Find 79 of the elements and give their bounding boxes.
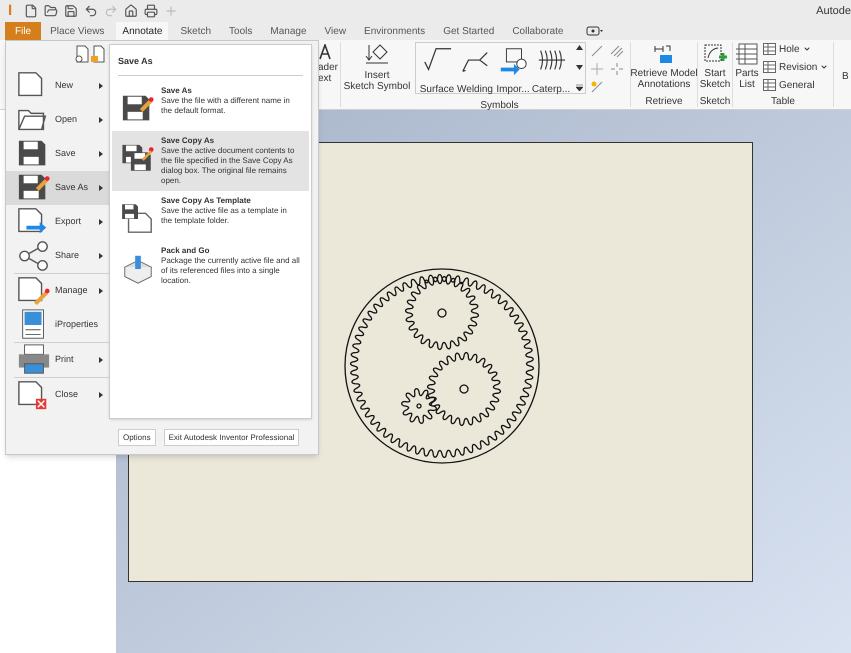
file-menu-item[interactable]: Export xyxy=(6,205,109,239)
ribbon-tab[interactable]: Collaborate xyxy=(506,22,570,40)
file-menu-item[interactable]: Share xyxy=(6,239,109,273)
ribbon-tab[interactable]: Manage xyxy=(264,22,313,40)
ribbon-tab[interactable]: Sketch xyxy=(174,22,218,40)
recent-document-icon[interactable] xyxy=(75,45,89,63)
submenu-arrow-icon xyxy=(99,219,103,225)
group-label: Symbols xyxy=(479,99,520,113)
caret-icon xyxy=(820,63,828,71)
cut-button-label: ader xyxy=(318,62,338,73)
menu-button[interactable]: Exit Autodesk Inventor Professional xyxy=(164,429,300,446)
symbol-button[interactable]: Caterp... xyxy=(532,45,570,97)
ribbon-tab[interactable]: Environments xyxy=(358,22,432,40)
ribbon-tab[interactable]: Annotate xyxy=(116,22,168,40)
ribbon-tab[interactable]: Get Started xyxy=(437,22,500,40)
save-option-item[interactable]: Save Copy As Template Save the active file as a template in the template folder. xyxy=(112,190,309,240)
ribbon-tab[interactable]: Tools xyxy=(223,22,258,40)
new-file-icon[interactable] xyxy=(24,4,38,18)
ribbon-tab[interactable]: Place Views xyxy=(44,22,110,40)
file-menu-item[interactable]: Save As xyxy=(6,171,109,205)
print-icon[interactable] xyxy=(144,4,158,18)
table-icon xyxy=(763,79,776,91)
file-menu-item[interactable]: Save xyxy=(6,137,109,171)
table-icon xyxy=(763,61,776,73)
share-icon xyxy=(17,239,51,273)
expand-gallery-icon[interactable] xyxy=(576,84,583,91)
file-menu-item[interactable]: Manage xyxy=(14,274,109,308)
file-menu-item[interactable]: Open xyxy=(6,103,109,137)
panel-title: Save As xyxy=(118,45,303,76)
template-icon xyxy=(121,202,155,236)
parts-list-button[interactable]: Parts List xyxy=(733,40,761,94)
ribbon-tab[interactable]: View xyxy=(318,22,352,40)
panel-toggle-icon[interactable] xyxy=(586,26,604,36)
submenu-arrow-icon xyxy=(99,117,103,123)
menu-button[interactable]: Options xyxy=(118,429,156,446)
file-menu-item[interactable]: Close xyxy=(14,378,109,412)
file-menu-item[interactable]: New xyxy=(6,69,109,103)
open-document-icon[interactable] xyxy=(91,45,105,63)
symbol-button[interactable]: Welding xyxy=(456,45,494,97)
submenu-arrow-icon xyxy=(99,185,103,191)
line-icon[interactable] xyxy=(590,44,604,58)
symbol-button[interactable]: Surface xyxy=(418,45,456,97)
file-menu-item[interactable]: iProperties xyxy=(14,308,109,342)
symbol-button[interactable]: Impor... xyxy=(494,45,532,97)
scroll-up-icon[interactable] xyxy=(576,45,583,50)
insert-sketch-symbol-button[interactable]: Insert Sketch Symbol xyxy=(341,40,413,109)
submenu-arrow-icon xyxy=(99,357,103,363)
caret-icon xyxy=(802,45,811,53)
submenu-arrow-icon xyxy=(99,392,103,398)
window-title: Autode xyxy=(816,4,851,19)
submenu-arrow-icon xyxy=(99,151,103,157)
save-option-item[interactable]: Save Copy As Save the active document contents to the file specified in the Save Copy As dialog box. The original file remains open. xyxy=(112,130,309,190)
save-option-item[interactable]: Save As Save the file with a different name in the default format. xyxy=(112,80,309,130)
center-pattern-icon[interactable] xyxy=(610,62,624,76)
text-a-icon[interactable] xyxy=(318,44,332,60)
auto-centerline-icon[interactable] xyxy=(590,80,604,94)
manage-icon xyxy=(17,274,51,308)
submenu-arrow-icon xyxy=(99,83,103,89)
group-label: Sketch xyxy=(700,95,730,109)
save-option-item[interactable]: Pack and Go Package the currently active file and all of its referenced files into a single location. xyxy=(112,240,309,290)
submenu-arrow-icon xyxy=(99,253,103,259)
group-label: Table xyxy=(770,95,796,109)
submenu-arrow-icon xyxy=(99,288,103,294)
start-sketch-button[interactable]: Start Sketch xyxy=(700,40,730,94)
scroll-down-icon[interactable] xyxy=(576,64,583,70)
undo-icon[interactable] xyxy=(84,4,98,18)
home-icon[interactable] xyxy=(124,4,138,18)
save-icon[interactable] xyxy=(64,4,78,18)
retrieve-annotations-button[interactable]: Retrieve Model Annotations xyxy=(630,40,698,94)
table-tool-button[interactable]: Revision xyxy=(763,60,828,74)
hatch-icon[interactable] xyxy=(610,44,624,58)
table-tool-button[interactable]: General xyxy=(763,78,828,92)
group-label: Retrieve xyxy=(645,95,683,109)
table-tool-button[interactable]: Hole xyxy=(763,42,828,56)
open-folder-icon[interactable] xyxy=(44,4,58,18)
table-icon xyxy=(763,43,776,55)
parts-list-icon xyxy=(736,43,758,65)
cut-button-label: B xyxy=(842,70,849,84)
file-menu-item[interactable]: Print xyxy=(14,343,109,377)
